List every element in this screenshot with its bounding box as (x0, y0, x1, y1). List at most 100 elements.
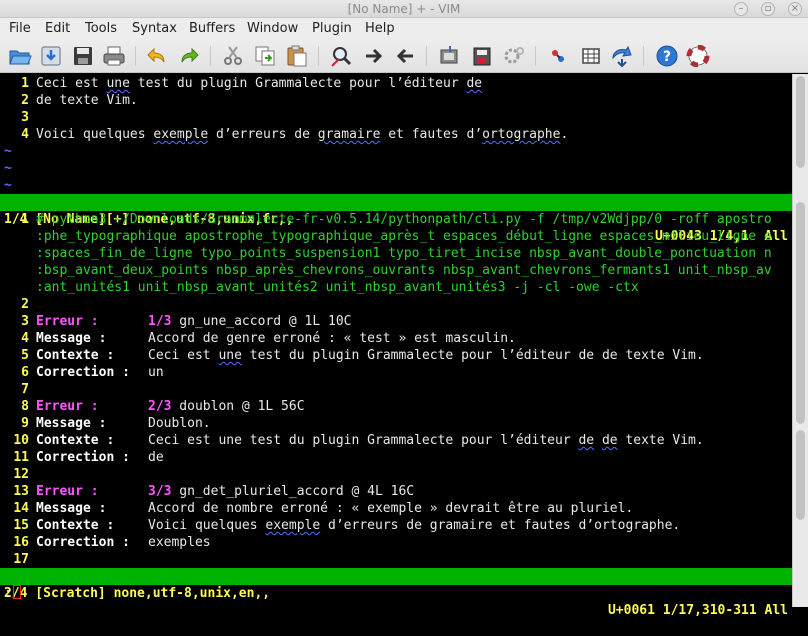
menu-file[interactable]: File (9, 21, 31, 36)
text-line: 14 Message : Accord de nombre erroné : « e… (0, 500, 792, 517)
text-segment: d’erreurs de (208, 127, 318, 142)
text-line: 11 Correction : de (0, 449, 792, 466)
help-icon[interactable]: ? (655, 45, 679, 67)
command-line-text: : (4, 586, 12, 601)
flagged-word: exemple (265, 518, 321, 533)
line-content: Contexte : Voici quelques exemple d’erreu… (36, 517, 680, 534)
scrollbar-thumb-lower[interactable] (796, 430, 805, 520)
scrollbar-thumb-middle[interactable] (796, 202, 805, 424)
line-number: 1 (21, 212, 29, 227)
menu-tools[interactable]: Tools (85, 21, 117, 36)
run-script-icon[interactable] (502, 45, 526, 67)
cut-icon[interactable] (221, 45, 245, 67)
flagged-word: une (106, 76, 130, 91)
text-line: 12 (0, 466, 792, 483)
text-segment: et fautes d’ (380, 127, 483, 142)
vertical-scrollbar[interactable] (792, 74, 808, 607)
context-label: Contexte : (36, 433, 115, 448)
error-label: Erreur : (36, 399, 99, 414)
load-session-icon[interactable] (438, 45, 462, 67)
line-number: 14 (13, 501, 29, 516)
text-segment: . (560, 127, 569, 142)
text-line: 13 Erreur : 3/3 gn_det_pluriel_accord @ 4L… (0, 483, 792, 500)
find-replace-icon[interactable] (330, 45, 354, 67)
make-icon[interactable] (547, 45, 571, 67)
lifebuoy-icon[interactable] (686, 45, 710, 67)
line-content: Voici quelques exemple d’erreurs de gram… (36, 126, 568, 143)
context-label: Contexte : (36, 518, 115, 533)
line-number: 5 (21, 348, 29, 363)
line-number: 7 (21, 382, 29, 397)
message-label: Message : (36, 416, 107, 431)
flagged-word: gramaire (317, 127, 381, 142)
menu-edit[interactable]: Edit (45, 21, 70, 36)
flagged-word: de (601, 433, 618, 448)
correction-label: Correction : (36, 535, 130, 550)
command-line[interactable]: : (4, 585, 21, 602)
text-line: 1 # python3 ~/Downloads/Grammalecte-fr-v0… (0, 211, 792, 228)
minimize-icon[interactable]: – (734, 2, 748, 16)
save-download-icon[interactable] (39, 45, 63, 67)
flagged-word: de (578, 433, 595, 448)
line-number: 9 (21, 416, 29, 431)
redo-icon[interactable] (177, 45, 201, 67)
text-line: 16 Correction : exemples (0, 534, 792, 551)
toolbar: ? (0, 40, 808, 73)
line-number: 8 (21, 399, 29, 414)
correction-label: Correction : (36, 450, 130, 465)
tilde-marker: ~ (4, 144, 12, 159)
copy-icon[interactable] (253, 45, 277, 67)
scrollbar-thumb-top[interactable] (796, 76, 805, 168)
menu-help[interactable]: Help (365, 21, 395, 36)
jump-icon[interactable] (610, 45, 634, 67)
print-icon[interactable] (102, 45, 126, 67)
error-label: Erreur : (36, 484, 99, 499)
text-segment: Ceci est (36, 76, 107, 91)
menu-buffers[interactable]: Buffers (189, 21, 235, 36)
error-rule: gn_det_pluriel_accord @ 4L 16C (171, 484, 415, 499)
close-icon[interactable]: × (788, 2, 802, 16)
text-line: 17 (0, 551, 792, 568)
error-label: Erreur : (36, 314, 99, 329)
line-number: 3 (21, 314, 29, 329)
text-line: 7 (0, 381, 792, 398)
error-rule: gn_une_accord @ 1L 10C (171, 314, 352, 329)
text-segment: test du plugin Grammalecte pour l’éditeu… (241, 348, 704, 363)
window-title: [No Name] + - VIM (347, 2, 461, 16)
paste-icon[interactable] (285, 45, 309, 67)
line-number: 2 (21, 93, 29, 108)
text-segment (594, 433, 602, 448)
error-rule: doublon @ 1L 56C (171, 399, 305, 414)
menu-plugin[interactable]: Plugin (312, 21, 352, 36)
line-number: 3 (21, 110, 29, 125)
svg-text:?: ? (663, 49, 671, 65)
line-content: Contexte : Ceci est une test du plugin Gr… (36, 432, 704, 449)
maximize-icon[interactable]: ▫ (761, 2, 775, 16)
line-content: Erreur : 3/3 gn_det_pluriel_accord @ 4L 1… (36, 483, 414, 500)
line-content: # python3 ~/Downloads/Grammalecte-fr-v0.… (36, 211, 772, 228)
empty-line: ~ (0, 160, 792, 177)
error-index: 2/3 (148, 399, 172, 414)
command-text: :ant_unités1 unit_nbsp_avant_unités2 uni… (36, 280, 639, 295)
save-session-icon[interactable] (470, 45, 494, 67)
forward-arrow-icon[interactable] (362, 45, 386, 67)
line-content: Correction : de (36, 449, 164, 466)
text-line: 8 Erreur : 2/3 doublon @ 1L 56C (0, 398, 792, 415)
save-icon[interactable] (71, 45, 95, 67)
toolbar-separator (210, 46, 211, 66)
back-arrow-icon[interactable] (393, 45, 417, 67)
text-line: 4 Voici quelques exemple d’erreurs de gra… (0, 126, 792, 143)
editor-area[interactable]: 1 Ceci est une test du plugin Grammalecte… (0, 74, 792, 618)
toolbar-separator (426, 46, 427, 66)
message-text: Doublon. (148, 416, 211, 431)
undo-icon[interactable] (145, 45, 169, 67)
menu-window[interactable]: Window (247, 21, 298, 36)
text-line: 1 Ceci est une test du plugin Grammalecte… (0, 75, 792, 92)
message-text: Accord de nombre erroné : « exemple » de… (148, 501, 634, 516)
line-content: Correction : exemples (36, 534, 211, 551)
table-icon[interactable] (579, 45, 603, 67)
open-icon[interactable] (8, 45, 32, 67)
menu-syntax[interactable]: Syntax (132, 21, 177, 36)
line-number: 13 (13, 484, 29, 499)
line-number: 10 (13, 433, 29, 448)
